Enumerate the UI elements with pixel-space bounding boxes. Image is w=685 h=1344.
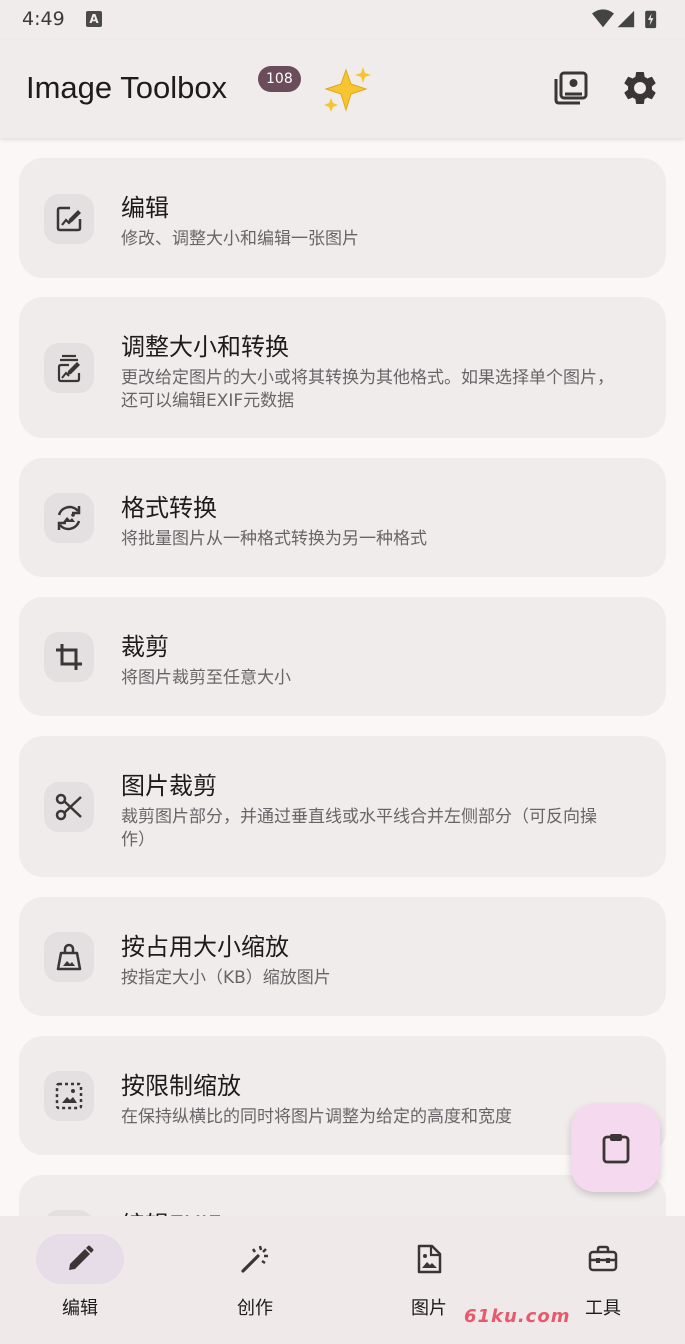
wifi-icon — [592, 9, 614, 28]
tool-card-weight-resize[interactable]: 按占用大小缩放 按指定大小（KB）缩放图片 — [19, 897, 666, 1016]
paste-fab[interactable] — [571, 1104, 660, 1192]
nav-item-create[interactable]: 创作 — [195, 1216, 315, 1344]
nav-label: 编辑 — [62, 1298, 98, 1319]
card-description: 更改给定图片的大小或将其转换为其他格式。如果选择单个图片，还可以编辑EXIF元数… — [121, 368, 614, 411]
toolbox-icon — [588, 1245, 618, 1272]
tool-card-limit-resize[interactable]: 按限制缩放 在保持纵横比的同时将图片调整为给定的高度和宽度 — [19, 1036, 666, 1155]
sparkles-icon[interactable] — [320, 64, 376, 114]
card-icon-container — [44, 932, 94, 982]
pencil-icon — [69, 1245, 94, 1270]
status-time: 4:49 — [22, 8, 65, 30]
tool-list: 编辑 修改、调整大小和编辑一张图片 调整大小和转换 更改给定图片的大小或将其转换… — [0, 138, 685, 1216]
card-icon-container — [44, 1071, 94, 1121]
bottom-navigation: 编辑 创作 图片 工具 61ku.com — [0, 1216, 685, 1344]
tool-card-format-convert[interactable]: 格式转换 将批量图片从一种格式转换为另一种格式 — [19, 458, 666, 577]
image-gallery-icon — [554, 71, 588, 105]
card-icon-container — [44, 343, 94, 393]
settings-button[interactable] — [620, 68, 660, 108]
watermark: 61ku.com — [464, 1306, 571, 1327]
card-icon-container — [44, 194, 94, 244]
card-title: 按限制缩放 — [121, 1072, 241, 1100]
scissors-icon — [55, 793, 82, 821]
tool-card-crop[interactable]: 裁剪 将图片裁剪至任意大小 — [19, 597, 666, 716]
card-title: 编辑 — [121, 194, 169, 222]
card-description: 按指定大小（KB）缩放图片 — [121, 968, 331, 988]
tool-card-edit-exif[interactable]: 编辑EXIF — [19, 1175, 666, 1216]
crop-icon — [56, 644, 82, 670]
status-bar: 4:49 A — [0, 0, 685, 40]
nav-item-edit[interactable]: 编辑 — [20, 1216, 140, 1344]
image-file-icon — [417, 1244, 442, 1274]
card-title: 编辑EXIF — [121, 1205, 222, 1216]
tool-card-resize-convert[interactable]: 调整大小和转换 更改给定图片的大小或将其转换为其他格式。如果选择单个图片，还可以… — [19, 297, 666, 438]
top-app-bar: Image Toolbox 108 — [0, 40, 685, 138]
tool-card-edit[interactable]: 编辑 修改、调整大小和编辑一张图片 — [19, 158, 666, 278]
format-convert-icon — [57, 505, 81, 531]
limit-resize-icon — [55, 1082, 83, 1110]
card-icon-container — [44, 782, 94, 832]
nav-label: 创作 — [237, 1298, 273, 1319]
card-title: 图片裁剪 — [121, 772, 217, 800]
card-title: 按占用大小缩放 — [121, 933, 289, 961]
version-badge: 108 — [258, 66, 301, 92]
notification-icon: A — [86, 11, 102, 27]
weight-icon — [56, 943, 82, 971]
image-edit-icon — [56, 206, 82, 232]
card-icon-container — [44, 632, 94, 682]
card-description: 修改、调整大小和编辑一张图片 — [121, 229, 359, 249]
gear-icon — [624, 71, 656, 104]
signal-icon — [617, 10, 635, 28]
card-title: 调整大小和转换 — [121, 333, 289, 361]
tool-card-image-cut[interactable]: 图片裁剪 裁剪图片部分，并通过垂直线或水平线合并左侧部分（可反向操作） — [19, 736, 666, 877]
card-description: 将批量图片从一种格式转换为另一种格式 — [121, 529, 427, 549]
clipboard-icon — [602, 1134, 629, 1164]
status-icons — [592, 9, 657, 29]
gallery-button[interactable] — [551, 68, 591, 108]
resize-convert-icon — [57, 354, 81, 383]
card-description: 在保持纵横比的同时将图片调整为给定的高度和宽度 — [121, 1107, 512, 1127]
card-icon-container — [44, 493, 94, 543]
magic-wand-icon — [241, 1245, 268, 1273]
card-title: 格式转换 — [121, 494, 217, 522]
card-title: 裁剪 — [121, 633, 169, 661]
card-description: 裁剪图片部分，并通过垂直线或水平线合并左侧部分（可反向操作） — [121, 807, 597, 850]
card-description: 将图片裁剪至任意大小 — [121, 668, 291, 688]
app-title: Image Toolbox — [26, 70, 228, 105]
